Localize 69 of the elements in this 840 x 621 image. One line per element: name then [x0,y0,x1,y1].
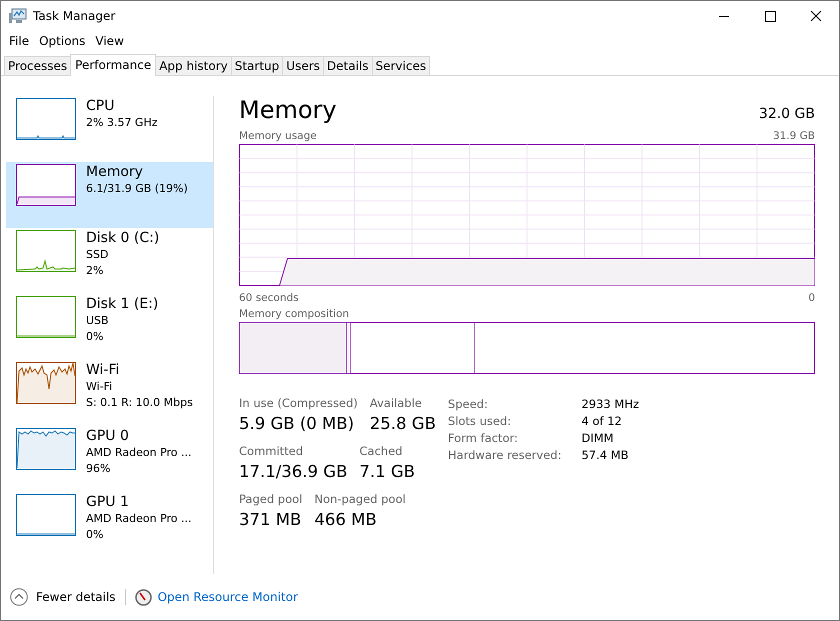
device-stat: USB [86,313,110,329]
tab[interactable]: Services [372,56,430,75]
stat-label: In use (Compressed) [239,396,358,410]
device-stat: 6.1/31.9 GB (19%) [86,181,188,197]
detail-value: 57.4 MB [581,448,630,462]
stat-label: Committed [239,444,304,458]
detail-label: Hardware reserved: [448,448,562,462]
device-name: GPU 0 [86,428,130,445]
tab[interactable]: Startup [230,56,284,75]
device-stat: 0% [86,527,104,543]
total-memory: 32.0 GB [758,106,815,122]
tab[interactable]: Performance [70,54,156,76]
collapse-chevron-icon [10,588,28,606]
sidebar-item[interactable]: Memory 6.1/31.9 GB (19%) [6,162,213,228]
stat-value: 17.1/36.9 GB [239,461,348,483]
monitor-icon [9,8,27,24]
tab[interactable]: Users [282,56,324,75]
graph-max-label: 31.9 GB [772,129,815,143]
device-stat: 2% [86,263,104,279]
stat-label: Paged pool [239,492,302,506]
time-axis-label: 60 seconds [239,291,299,305]
stat-value: 371 MB [239,509,302,531]
sidebar-item[interactable]: Wi-Fi Wi-Fi S: 0.1 R: 10.0 Mbps [6,360,213,426]
device-name: Disk 1 (E:) [86,296,158,313]
device-stat: S: 0.1 R: 10.0 Mbps [86,395,193,411]
device-stat: 96% [86,461,112,477]
sidebar-item[interactable]: CPU 2% 3.57 GHz [6,96,213,162]
page-title: Memory [239,96,337,124]
fewer-details-button[interactable]: Fewer details [10,588,116,606]
tab[interactable]: App history [155,56,232,75]
device-name: Wi-Fi [86,362,120,379]
menu-item[interactable]: View [90,34,129,48]
device-stat: Wi-Fi [86,379,114,395]
open-resource-monitor-link[interactable]: Open Resource Monitor [158,590,298,604]
device-name: Disk 0 (C:) [86,230,160,247]
device-stat: 2% 3.57 GHz [86,115,158,131]
detail-label: Slots used: [448,414,512,428]
stat-value: 5.9 GB (0 MB) [239,413,356,435]
device-name: GPU 1 [86,494,130,511]
device-stat: SSD [86,247,110,263]
stat-value: 25.8 GB [370,413,436,435]
graph-label: Memory composition [239,307,350,321]
detail-value: 4 of 12 [581,414,623,428]
sidebar-item[interactable]: GPU 0 AMD Radeon Pro ... 96% [6,426,213,492]
stat-label: Non-paged pool [314,492,406,506]
menu-item[interactable]: File [4,34,34,48]
graph-label: Memory usage [239,129,317,143]
menu-item[interactable]: Options [34,34,90,48]
device-stat: AMD Radeon Pro ... [86,445,192,461]
stat-label: Available [370,396,423,410]
sidebar-item[interactable]: Disk 0 (C:) SSD 2% [6,228,213,294]
detail-label: Speed: [448,397,489,411]
tab[interactable]: Details [322,56,372,75]
detail-value: 2933 MHz [581,397,640,411]
device-stat: AMD Radeon Pro ... [86,511,192,527]
stat-value: 7.1 GB [359,461,415,483]
device-stat: 0% [86,329,104,345]
time-axis-label: 0 [808,291,815,305]
stat-value: 466 MB [314,509,378,531]
detail-value: DIMM [581,431,615,445]
device-name: CPU [86,98,116,115]
detail-label: Form factor: [448,431,519,445]
gauge-icon [134,588,152,606]
stat-label: Cached [359,444,404,458]
tab[interactable]: Processes [4,56,72,75]
window-title: Task Manager [33,9,116,23]
sidebar-item[interactable]: GPU 1 AMD Radeon Pro ... 0% [6,492,213,558]
sidebar-item[interactable]: Disk 1 (E:) USB 0% [6,294,213,360]
device-name: Memory [86,164,144,181]
